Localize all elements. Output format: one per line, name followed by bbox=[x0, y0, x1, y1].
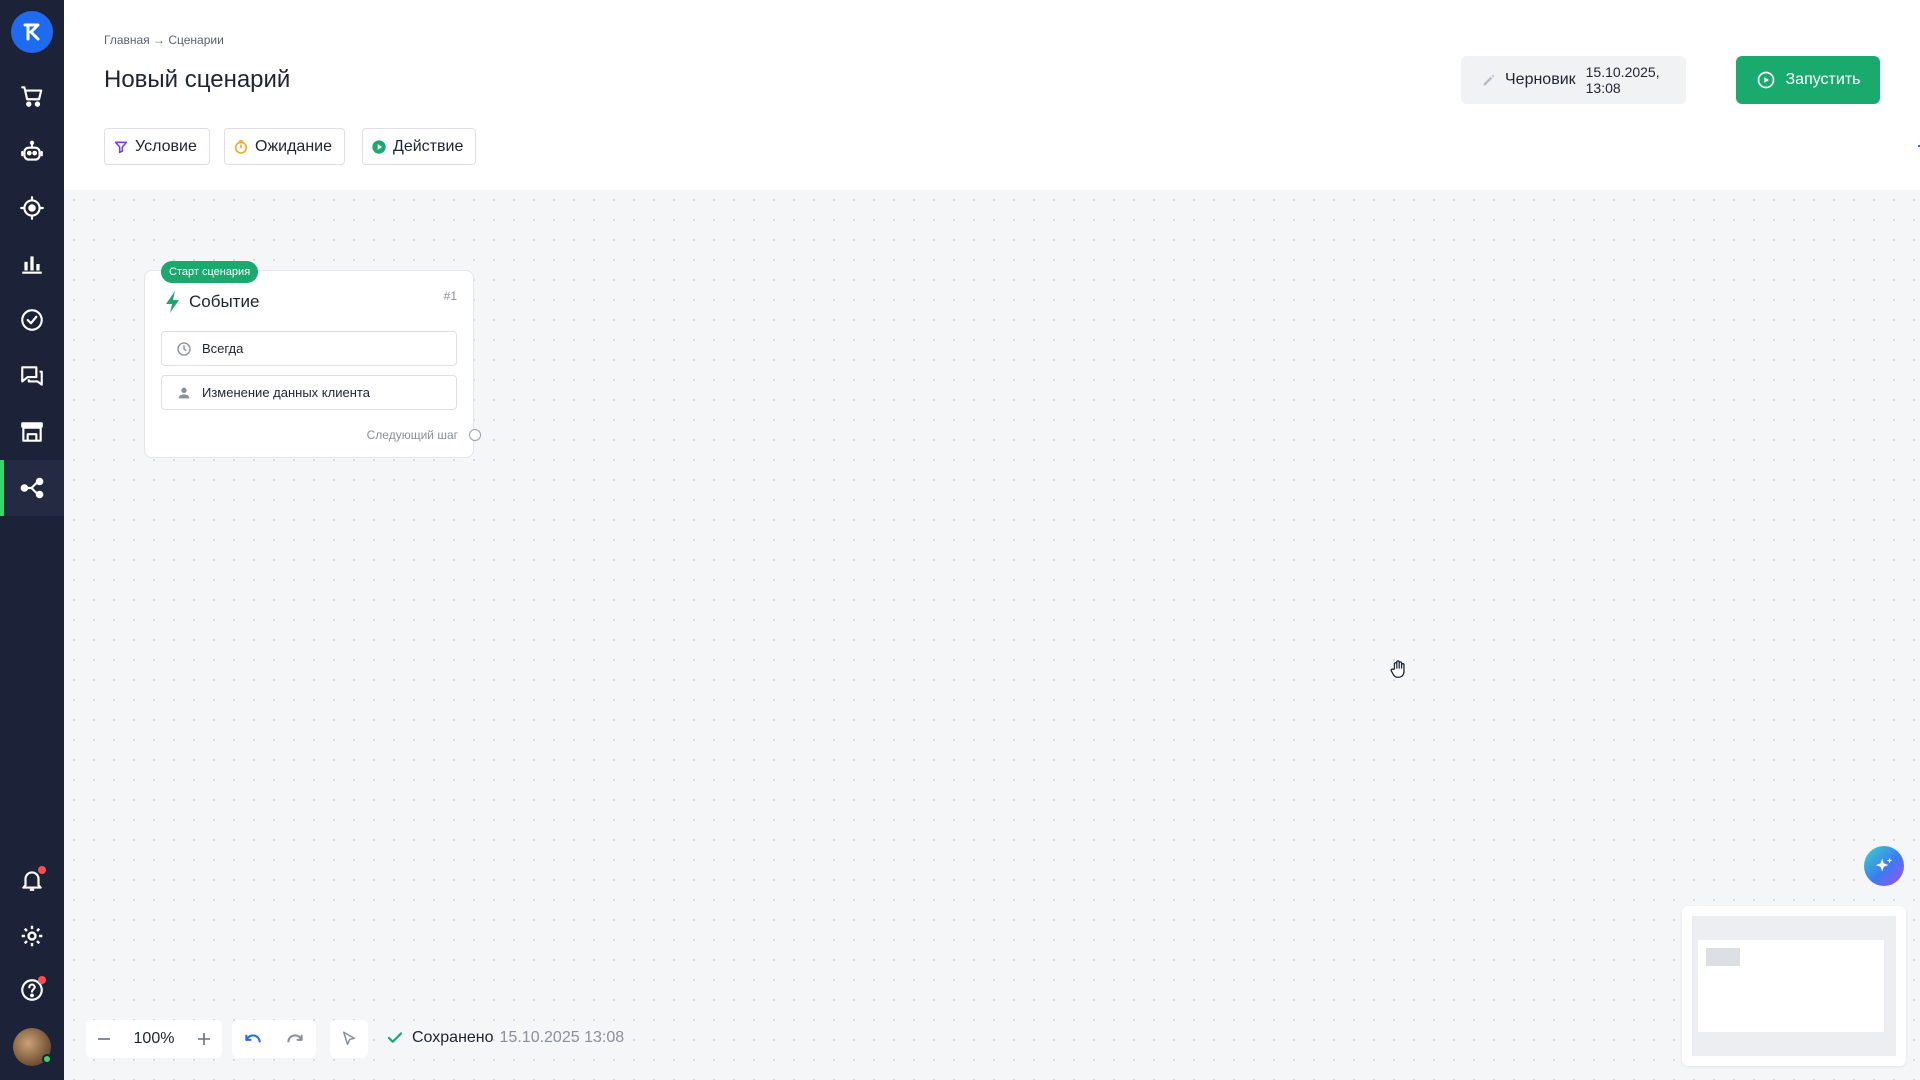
sidebar-item-notifications[interactable] bbox=[0, 852, 64, 908]
status-label: Черновик bbox=[1505, 71, 1576, 88]
sidebar-item-scenarios[interactable] bbox=[0, 460, 64, 516]
person-icon bbox=[178, 387, 190, 398]
zoom-level: 100% bbox=[133, 1030, 175, 1047]
undo-icon bbox=[245, 1034, 261, 1043]
timer-icon bbox=[234, 139, 248, 154]
node-row-trigger[interactable]: Изменение данных клиента bbox=[161, 375, 457, 410]
condition-label: Условие bbox=[135, 137, 197, 155]
status-date: 15.10.2025, 13:08 bbox=[1585, 64, 1660, 96]
minus-icon bbox=[98, 1038, 110, 1040]
undo-button[interactable] bbox=[232, 1020, 274, 1058]
page-header: Главная → Сценарии Новый сценарий Чернов… bbox=[64, 0, 1920, 190]
saved-label: Сохранено bbox=[412, 1029, 494, 1046]
sidebar-item-help[interactable] bbox=[0, 962, 64, 1018]
status-box[interactable]: Черновик 15.10.2025, 13:08 bbox=[1461, 56, 1686, 104]
run-button-label: Запустить bbox=[1785, 71, 1861, 88]
notification-dot bbox=[38, 866, 46, 874]
add-wait-button[interactable]: Ожидание bbox=[224, 128, 345, 165]
select-tool-button[interactable] bbox=[330, 1020, 368, 1058]
check-circle-icon bbox=[21, 309, 43, 331]
node-title: Событие bbox=[165, 291, 259, 313]
sidebar-item-settings[interactable] bbox=[0, 908, 64, 964]
sparkle-icon bbox=[1875, 857, 1893, 872]
play-circle-icon bbox=[372, 139, 386, 154]
gear-icon[interactable] bbox=[1916, 136, 1920, 156]
online-status-dot bbox=[42, 1054, 52, 1064]
store-icon bbox=[21, 422, 43, 442]
sidebar-item-target[interactable] bbox=[0, 180, 64, 236]
target-icon bbox=[20, 196, 44, 220]
help-dot bbox=[38, 976, 46, 984]
play-circle-icon bbox=[1757, 71, 1774, 89]
chart-icon bbox=[22, 256, 42, 274]
plus-icon bbox=[198, 1033, 210, 1045]
filter-icon bbox=[114, 141, 128, 153]
sidebar-item-chats[interactable] bbox=[0, 348, 64, 404]
check-icon bbox=[387, 1032, 403, 1043]
hand-cursor-icon bbox=[1390, 660, 1405, 678]
ai-assistant-button[interactable] bbox=[1864, 846, 1904, 886]
next-step-port[interactable] bbox=[469, 429, 481, 441]
zoom-control: 100% bbox=[86, 1020, 222, 1058]
node-title-text: Событие bbox=[189, 292, 260, 311]
next-step-label: Следующий шаг bbox=[366, 428, 458, 442]
save-status: Сохранено 15.10.2025 13:08 bbox=[386, 1029, 624, 1047]
clock-icon bbox=[177, 341, 191, 356]
action-label: Действие bbox=[393, 137, 464, 155]
lightning-icon bbox=[166, 291, 179, 313]
page-title[interactable]: Новый сценарий bbox=[104, 66, 290, 94]
zoom-in-button[interactable] bbox=[186, 1020, 222, 1058]
add-condition-button[interactable]: Условие bbox=[104, 128, 210, 165]
node-row-label: Изменение данных клиента bbox=[202, 385, 370, 400]
sidebar bbox=[0, 0, 64, 1080]
wait-label: Ожидание bbox=[255, 137, 332, 155]
node-row-label: Всегда bbox=[202, 341, 244, 356]
chat-icon bbox=[21, 366, 43, 386]
redo-button[interactable] bbox=[274, 1020, 316, 1058]
start-badge: Старт сценария bbox=[161, 261, 259, 283]
scenarios-icon bbox=[20, 477, 44, 499]
minimap-canvas bbox=[1692, 916, 1896, 1056]
app-logo-icon[interactable] bbox=[11, 11, 53, 53]
saved-date: 15.10.2025 13:08 bbox=[499, 1029, 625, 1046]
sidebar-item-store[interactable] bbox=[0, 404, 64, 460]
sidebar-item-bot[interactable] bbox=[0, 124, 64, 180]
minimap-node bbox=[1706, 948, 1740, 966]
run-button[interactable]: Запустить bbox=[1736, 56, 1880, 104]
zoom-out-button[interactable] bbox=[86, 1020, 122, 1058]
history-control bbox=[232, 1020, 316, 1058]
cursor-icon bbox=[343, 1031, 355, 1045]
start-node[interactable]: Старт сценария Событие #1 Всегда Изменен… bbox=[144, 261, 481, 458]
minimap[interactable] bbox=[1682, 906, 1906, 1066]
add-action-button[interactable]: Действие bbox=[362, 128, 477, 165]
breadcrumb[interactable]: Главная → Сценарии bbox=[104, 33, 224, 47]
gear-icon bbox=[21, 925, 43, 947]
sidebar-item-analytics[interactable] bbox=[0, 236, 64, 292]
bot-icon bbox=[21, 140, 43, 161]
cart-icon bbox=[21, 86, 43, 107]
sidebar-item-cart[interactable] bbox=[0, 68, 64, 124]
node-row-schedule[interactable]: Всегда bbox=[161, 331, 457, 366]
sidebar-item-tasks[interactable] bbox=[0, 292, 64, 348]
node-number: #1 bbox=[443, 289, 457, 303]
redo-icon bbox=[287, 1034, 303, 1043]
pencil-icon bbox=[1483, 74, 1495, 86]
